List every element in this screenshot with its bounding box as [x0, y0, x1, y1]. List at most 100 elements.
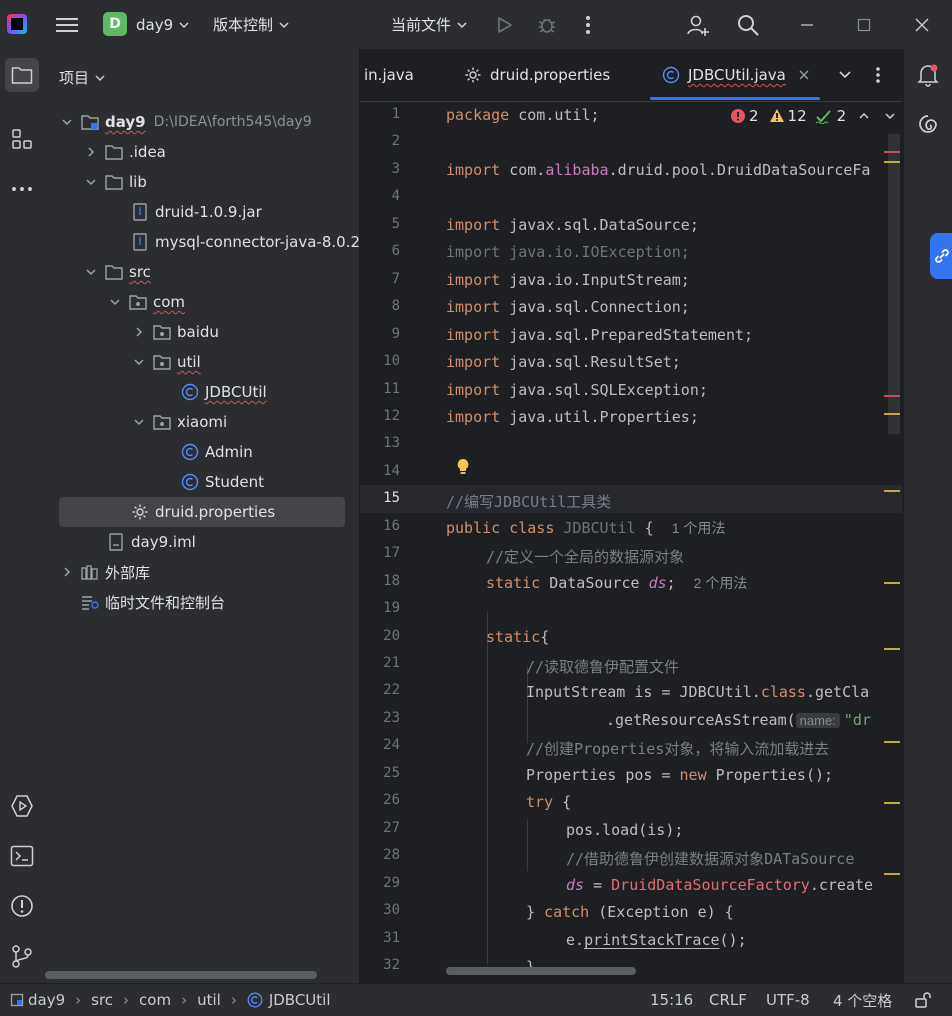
- expanded-arrow-icon[interactable]: [107, 294, 123, 310]
- line-number[interactable]: 20: [360, 628, 400, 644]
- line-number[interactable]: 1: [360, 106, 400, 122]
- code-editor[interactable]: in.java druid.properties JDBCUtil.java 2…: [360, 49, 902, 983]
- collapsed-arrow-icon[interactable]: [131, 324, 147, 340]
- maximize-button[interactable]: [857, 0, 871, 49]
- tree-item-mysql-jar[interactable]: mysql-connector-java-8.0.23: [131, 227, 359, 257]
- tab-main-java[interactable]: in.java: [364, 49, 414, 101]
- warning-marker[interactable]: [884, 582, 900, 584]
- warning-marker[interactable]: [884, 161, 900, 163]
- line-number[interactable]: 13: [360, 435, 400, 451]
- collapsed-arrow-icon[interactable]: [83, 144, 99, 160]
- line-number[interactable]: 30: [360, 902, 400, 918]
- warning-marker[interactable]: [884, 802, 900, 804]
- caret-position[interactable]: 15:16: [650, 984, 693, 1016]
- previous-highlight-icon[interactable]: [858, 110, 870, 122]
- problems-tool-button[interactable]: [5, 889, 39, 923]
- line-number[interactable]: 19: [360, 600, 400, 616]
- project-switcher[interactable]: day9: [136, 0, 189, 49]
- tab-jdbcutil-java[interactable]: JDBCUtil.java: [662, 49, 810, 101]
- intention-bulb-icon[interactable]: [456, 458, 470, 476]
- tree-item-jdbcutil[interactable]: JDBCUtil: [181, 377, 267, 407]
- inspection-widget[interactable]: 2 12 2: [730, 107, 896, 125]
- services-tool-button[interactable]: [5, 789, 39, 823]
- line-number[interactable]: 4: [360, 188, 400, 204]
- line-number[interactable]: 9: [360, 326, 400, 342]
- tree-item-student[interactable]: Student: [181, 467, 264, 497]
- warning-marker[interactable]: [884, 413, 900, 415]
- run-config-selector[interactable]: 当前文件: [391, 0, 467, 49]
- file-encoding[interactable]: UTF-8: [766, 984, 810, 1016]
- next-highlight-icon[interactable]: [884, 110, 896, 122]
- line-number[interactable]: 25: [360, 765, 400, 781]
- indent-setting[interactable]: 4 个空格: [833, 984, 892, 1016]
- line-number[interactable]: 11: [360, 381, 400, 397]
- tree-item-druid-jar[interactable]: druid-1.0.9.jar: [131, 197, 262, 227]
- usages-hint[interactable]: 2 个用法: [694, 575, 748, 591]
- line-number[interactable]: 17: [360, 545, 400, 561]
- expanded-arrow-icon[interactable]: [131, 414, 147, 430]
- usages-hint[interactable]: 1 个用法: [672, 520, 726, 536]
- tree-item-scratches[interactable]: 临时文件和控制台: [81, 587, 225, 617]
- collapsed-arrow-icon[interactable]: [59, 564, 75, 580]
- vertical-scrollbar[interactable]: [888, 134, 900, 434]
- line-number[interactable]: 23: [360, 710, 400, 726]
- project-badge[interactable]: D: [103, 12, 127, 36]
- line-number[interactable]: 27: [360, 820, 400, 836]
- line-number[interactable]: 7: [360, 271, 400, 287]
- tree-item-xiaomi[interactable]: xiaomi: [131, 407, 227, 437]
- error-marker[interactable]: [884, 395, 900, 397]
- project-tool-button[interactable]: [5, 58, 39, 92]
- minimize-button[interactable]: [800, 0, 814, 49]
- line-number[interactable]: 5: [360, 216, 400, 232]
- expanded-arrow-icon[interactable]: [83, 264, 99, 280]
- tab-list-button[interactable]: [838, 49, 852, 101]
- warning-marker[interactable]: [884, 648, 900, 650]
- line-number[interactable]: 10: [360, 353, 400, 369]
- close-tab-icon[interactable]: [798, 69, 810, 81]
- horizontal-scrollbar[interactable]: [45, 969, 359, 979]
- structure-tool-button[interactable]: [5, 122, 39, 156]
- expanded-arrow-icon[interactable]: [131, 354, 147, 370]
- notifications-button[interactable]: [917, 63, 939, 87]
- breadcrumb-item[interactable]: src: [91, 991, 113, 1009]
- tree-item-day9[interactable]: day9 D:\IDEA\forth545\day9: [59, 107, 312, 137]
- line-number[interactable]: 28: [360, 847, 400, 863]
- read-only-toggle[interactable]: [914, 984, 932, 1016]
- intellij-logo-icon[interactable]: [7, 14, 27, 34]
- terminal-tool-button[interactable]: [5, 839, 39, 873]
- error-marker[interactable]: [884, 151, 900, 153]
- close-window-button[interactable]: [914, 0, 930, 49]
- ai-assistant-button[interactable]: [917, 113, 939, 135]
- warning-marker[interactable]: [884, 490, 900, 492]
- tree-item-idea[interactable]: .idea: [83, 137, 166, 167]
- tree-item-baidu[interactable]: baidu: [131, 317, 219, 347]
- tree-item-util[interactable]: util: [131, 347, 201, 377]
- line-number[interactable]: 22: [360, 682, 400, 698]
- editor-horizontal-scrollbar[interactable]: [446, 967, 636, 975]
- line-number[interactable]: 15: [360, 490, 400, 506]
- main-menu-button[interactable]: [56, 0, 78, 49]
- debug-button[interactable]: [536, 0, 558, 49]
- breadcrumb-item[interactable]: util: [197, 991, 221, 1009]
- tree-item-lib[interactable]: lib: [83, 167, 147, 197]
- line-number[interactable]: 8: [360, 298, 400, 314]
- line-number[interactable]: 6: [360, 243, 400, 259]
- run-button[interactable]: [494, 0, 514, 49]
- tree-item-src[interactable]: src: [83, 257, 151, 287]
- expanded-arrow-icon[interactable]: [59, 114, 75, 130]
- tab-druid-properties[interactable]: druid.properties: [464, 49, 610, 101]
- breadcrumb-item[interactable]: JDBCUtil: [269, 991, 331, 1009]
- line-number[interactable]: 31: [360, 930, 400, 946]
- more-actions-button[interactable]: [585, 0, 591, 49]
- tab-more-button[interactable]: [875, 49, 881, 101]
- breadcrumb-item[interactable]: day9: [28, 991, 65, 1009]
- project-panel-header[interactable]: 项目: [59, 67, 105, 88]
- tree-item-external-libraries[interactable]: 外部库: [59, 557, 150, 587]
- vcs-menu[interactable]: 版本控制: [213, 0, 289, 49]
- tree-item-druid-properties[interactable]: druid.properties: [59, 497, 345, 527]
- line-number[interactable]: 26: [360, 792, 400, 808]
- git-tool-button[interactable]: [5, 939, 39, 973]
- line-number[interactable]: 12: [360, 408, 400, 424]
- line-number[interactable]: 3: [360, 161, 400, 177]
- plugin-side-button[interactable]: [930, 233, 952, 279]
